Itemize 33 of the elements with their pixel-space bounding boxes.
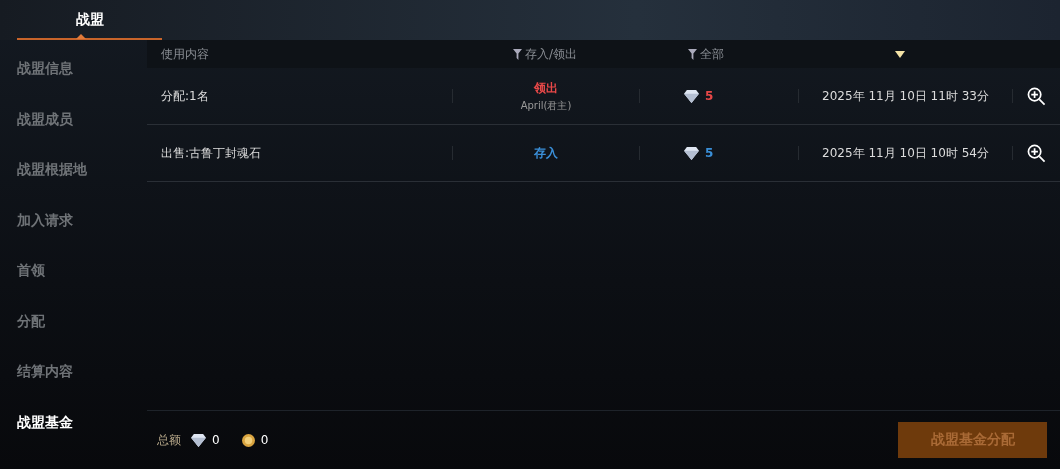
diamond-icon	[191, 433, 206, 447]
amount: 5	[705, 146, 714, 160]
column-header: 使用内容	[161, 45, 209, 63]
transaction-type: 存入	[534, 144, 558, 162]
coin-total: 0	[260, 433, 269, 447]
tab-indicator-icon	[76, 34, 86, 39]
diamond-total: 0	[212, 433, 220, 447]
timestamp: 2025年 11月 10日 11时 33分	[822, 87, 989, 105]
member-name: April(君主)	[520, 98, 572, 113]
total-label: 总额	[157, 431, 181, 449]
column-header: 全部	[700, 45, 724, 63]
timestamp: 2025年 11月 10日 10时 54分	[822, 144, 989, 162]
diamond-icon	[684, 146, 699, 160]
filter-icon[interactable]	[512, 48, 522, 60]
amount: 5	[705, 89, 714, 103]
sidebar-item[interactable]: 结算内容	[0, 351, 147, 402]
sidebar-item[interactable]: 战盟根据地	[0, 149, 147, 200]
table-cell: 分配:1名	[161, 87, 209, 105]
sidebar-item[interactable]: 战盟基金	[0, 401, 147, 452]
zoom-in-icon[interactable]	[1027, 143, 1046, 163]
sidebar-item[interactable]: 战盟成员	[0, 98, 147, 149]
coin-icon	[241, 433, 255, 447]
filter-icon[interactable]	[688, 48, 697, 60]
dropdown-arrow-icon[interactable]	[895, 50, 905, 58]
column-header: 存入/领出	[524, 45, 577, 63]
sidebar-item[interactable]: 首领	[0, 250, 147, 301]
zoom-in-icon[interactable]	[1027, 86, 1046, 106]
transaction-type: 领出	[534, 79, 558, 97]
diamond-icon	[684, 89, 699, 103]
table-cell: 出售:古鲁丁封魂石	[161, 144, 262, 162]
sidebar-item[interactable]: 分配	[0, 300, 147, 351]
sidebar-item[interactable]: 战盟信息	[0, 48, 147, 99]
sidebar-item[interactable]: 加入请求	[0, 199, 147, 250]
